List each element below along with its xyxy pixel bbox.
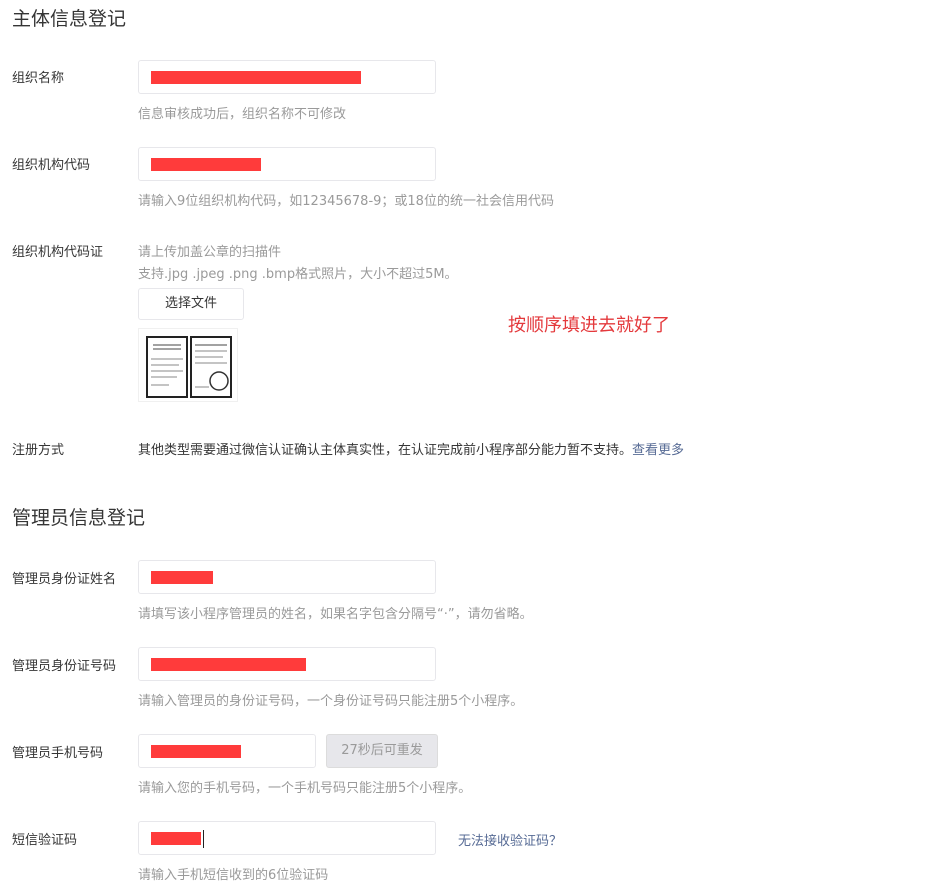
admin-phone-input[interactable] <box>138 734 316 768</box>
admin-phone-label: 管理员手机号码 <box>12 746 104 761</box>
annotation-note: 按顺序填进去就好了 <box>508 315 670 336</box>
redacted-value <box>151 571 213 584</box>
admin-name-input[interactable] <box>138 560 436 594</box>
admin-phone-hint: 请输入您的手机号码，一个手机号码只能注册5个小程序。 <box>138 781 472 796</box>
subject-section-title: 主体信息登记 <box>12 8 127 30</box>
org-code-label: 组织机构代码 <box>12 158 91 173</box>
uploaded-certificate-thumbnail[interactable] <box>138 328 238 402</box>
admin-id-label: 管理员身份证号码 <box>12 659 117 674</box>
org-cert-hint-2: 支持.jpg .jpeg .png .bmp格式照片，大小不超过5M。 <box>138 267 458 282</box>
admin-id-hint: 请输入管理员的身份证号码，一个身份证号码只能注册5个小程序。 <box>138 694 524 709</box>
text-cursor <box>203 830 204 848</box>
admin-id-input[interactable] <box>138 647 436 681</box>
org-code-input[interactable] <box>138 147 436 181</box>
redacted-value <box>151 658 306 671</box>
sms-code-label: 短信验证码 <box>12 833 78 848</box>
choose-file-button[interactable]: 选择文件 <box>138 288 244 320</box>
admin-section-title: 管理员信息登记 <box>12 507 146 529</box>
redacted-value <box>151 745 241 758</box>
certificate-image <box>146 336 232 398</box>
org-code-hint: 请输入9位组织机构代码，如12345678-9；或18位的统一社会信用代码 <box>138 194 554 209</box>
view-more-link[interactable]: 查看更多 <box>632 443 684 458</box>
admin-name-hint: 请填写该小程序管理员的姓名，如果名字包含分隔号“·”，请勿省略。 <box>138 607 533 622</box>
redacted-value <box>151 158 261 171</box>
register-method-label: 注册方式 <box>12 443 65 458</box>
sms-code-input[interactable] <box>138 821 436 855</box>
redacted-value <box>151 832 201 845</box>
admin-name-label: 管理员身份证姓名 <box>12 572 117 587</box>
sms-code-hint: 请输入手机短信收到的6位验证码 <box>138 868 329 883</box>
org-cert-label: 组织机构代码证 <box>12 245 104 260</box>
resend-code-button[interactable]: 27秒后可重发 <box>326 734 438 768</box>
org-name-hint: 信息审核成功后，组织名称不可修改 <box>138 107 347 122</box>
register-method-text: 其他类型需要通过微信认证确认主体真实性，在认证完成前小程序部分能力暂不支持。 <box>138 443 633 458</box>
register-method-row: 其他类型需要通过微信认证确认主体真实性，在认证完成前小程序部分能力暂不支持。查看… <box>138 439 684 458</box>
org-name-input[interactable] <box>138 60 436 94</box>
cannot-receive-code-link[interactable]: 无法接收验证码？ <box>458 830 562 849</box>
redacted-value <box>151 71 361 84</box>
org-cert-hint-1: 请上传加盖公章的扫描件 <box>138 245 282 260</box>
org-name-label: 组织名称 <box>12 71 65 86</box>
